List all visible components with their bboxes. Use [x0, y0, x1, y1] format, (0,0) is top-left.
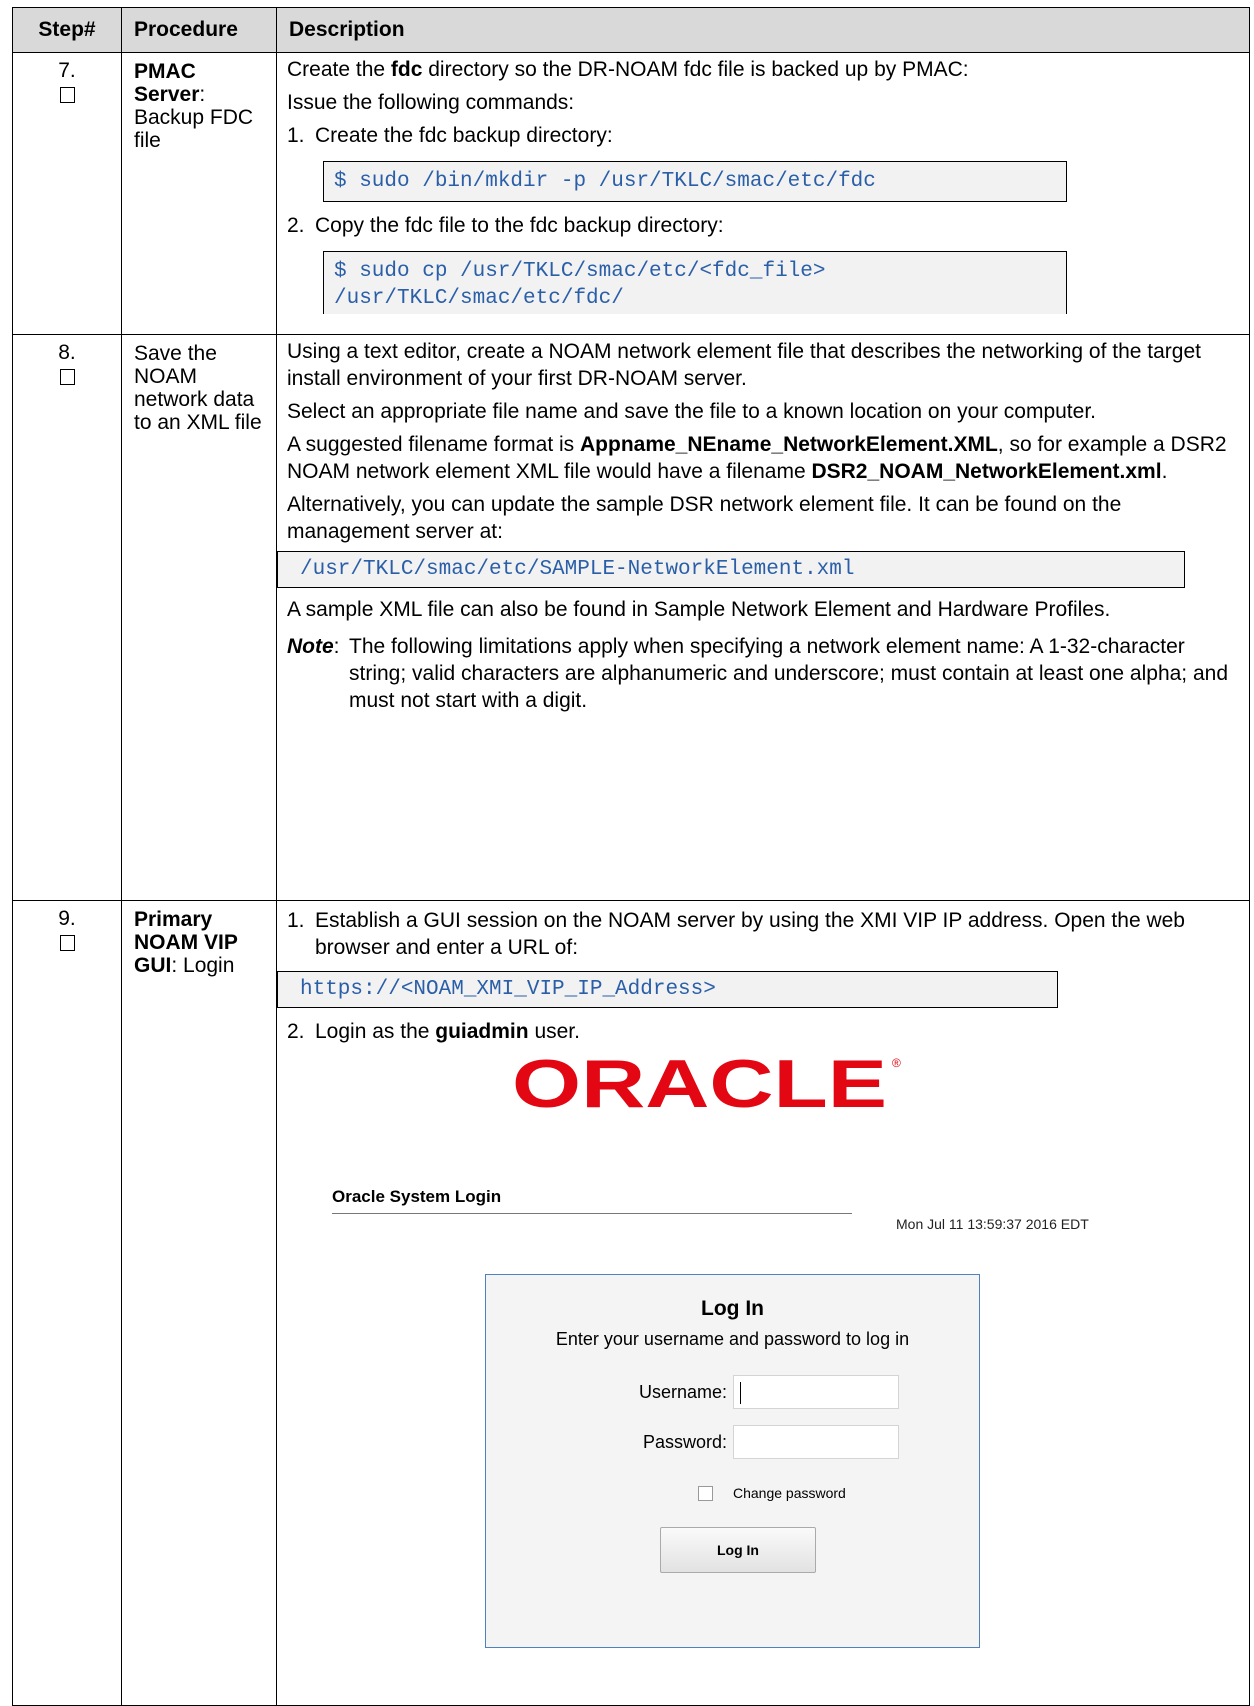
username-input[interactable]: [733, 1375, 899, 1409]
command-box: $ sudo /bin/mkdir -p /usr/TKLC/smac/etc/…: [323, 161, 1067, 202]
step-checkbox[interactable]: [59, 935, 75, 951]
step-number-cell: 9.: [12, 900, 122, 1706]
step-checkbox[interactable]: [59, 87, 75, 103]
paragraph: A suggested filename format is Appname_N…: [287, 431, 1239, 485]
step-number: 7.: [58, 59, 76, 82]
paragraph: Select an appropriate file name and save…: [287, 400, 1096, 423]
note-label: Note: [287, 635, 334, 658]
text-run: A suggested filename format is: [287, 433, 580, 456]
username-label: Username:: [638, 1381, 727, 1402]
note: Note: The following limitations apply wh…: [287, 633, 1239, 714]
step-number: 9.: [58, 907, 76, 930]
list-item: 2. Copy the fdc file to the fdc backup di…: [287, 212, 1239, 239]
procedure-cell: Primary NOAM VIP GUI: Login: [121, 900, 277, 1706]
paragraph: A sample XML file can also be found in S…: [287, 598, 1111, 621]
list-text: Login as the guiadmin user.: [315, 1018, 580, 1045]
command-box: $ sudo cp /usr/TKLC/smac/etc/<fdc_file> …: [323, 251, 1067, 314]
command-text: $ sudo /bin/mkdir -p /usr/TKLC/smac/etc/…: [334, 170, 876, 193]
note-colon: :: [333, 635, 340, 658]
procedure-text: Save the NOAM network data to an XML fil…: [134, 342, 262, 434]
paragraph: Alternatively, you can update the sample…: [287, 493, 1122, 543]
list-text: Create the fdc backup directory:: [315, 124, 613, 147]
bold-run: fdc: [390, 58, 423, 81]
step-checkbox[interactable]: [59, 369, 75, 385]
procedure-cell: Save the NOAM network data to an XML fil…: [121, 334, 277, 901]
login-button[interactable]: Log In: [660, 1527, 816, 1573]
bold-run: guiadmin: [435, 1020, 529, 1043]
list-item: 1. Establish a GUI session on the NOAM se…: [287, 907, 1239, 961]
text-run: .: [1161, 460, 1168, 483]
note-text: The following limitations apply when spe…: [349, 635, 1229, 712]
password-input[interactable]: [733, 1425, 899, 1459]
registered-mark: ®: [892, 1056, 901, 1070]
text-run: Create the: [287, 58, 391, 81]
procedure-cell: PMAC Server: Backup FDC file: [121, 52, 277, 335]
header-step: Step#: [12, 7, 122, 53]
url-text: https://<NOAM_XMI_VIP_IP_Address>: [300, 978, 716, 1001]
login-box-subtitle: Enter your username and password to log …: [555, 1329, 910, 1349]
paragraph: Using a text editor, create a NOAM netwo…: [287, 340, 1201, 390]
text-run: directory so the DR-NOAM fdc file is bac…: [422, 58, 969, 81]
login-box-title: Log In: [701, 1297, 764, 1320]
bold-run: Appname_NEname_NetworkElement.XML: [580, 433, 998, 456]
oracle-logo: ORACLE ®: [512, 1049, 901, 1119]
login-screenshot: ORACLE ® Oracle System Login Mon Jul 11 …: [287, 1045, 1239, 1695]
text-run: Login as the: [315, 1020, 436, 1043]
list-item: 1. Create the fdc backup directory:: [287, 122, 1239, 149]
list-text: Establish a GUI session on the NOAM serv…: [315, 909, 1185, 959]
step-row-7: 7. PMAC Server: Backup FDC file Create t…: [12, 52, 1250, 335]
change-password-label: Change password: [733, 1485, 846, 1501]
password-label: Password:: [642, 1431, 727, 1452]
text-cursor: [740, 1382, 741, 1404]
text-run: user.: [528, 1020, 580, 1043]
procedure-bold: PMAC Server: [134, 60, 200, 106]
header-procedure: Procedure: [121, 7, 277, 53]
description-cell: Using a text editor, create a NOAM netwo…: [276, 334, 1250, 901]
path-text: /usr/TKLC/smac/etc/SAMPLE-NetworkElement…: [300, 558, 855, 581]
list-item: 2. Login as the guiadmin user.: [287, 1018, 1239, 1045]
step7-intro: Create the fdc directory so the DR-NOAM …: [287, 56, 1239, 83]
step-row-9: 9. Primary NOAM VIP GUI: Login 1. Establi…: [12, 900, 1250, 1706]
path-box: /usr/TKLC/smac/etc/SAMPLE-NetworkElement…: [277, 551, 1185, 588]
step-number-cell: 8.: [12, 334, 122, 901]
list-number: 1.: [287, 909, 305, 932]
step-number: 8.: [58, 341, 76, 364]
password-row: Password:: [599, 1425, 899, 1459]
list-text: Copy the fdc file to the fdc backup dire…: [315, 214, 724, 237]
divider: [332, 1213, 852, 1214]
list-number: 1.: [287, 124, 305, 147]
system-login-title: Oracle System Login: [332, 1187, 502, 1206]
header-row: Step# Procedure Description: [12, 7, 1250, 53]
procedure-text: : Login: [171, 954, 235, 977]
procedure-table: Step# Procedure Description 7. PMAC Serv…: [12, 7, 1250, 1706]
username-row: Username:: [599, 1375, 899, 1409]
step7-issue: Issue the following commands:: [287, 91, 575, 114]
header-description: Description: [276, 7, 1250, 53]
step-number-cell: 7.: [12, 52, 122, 335]
list-number: 2.: [287, 214, 305, 237]
bold-run: DSR2_NOAM_NetworkElement.xml: [811, 460, 1162, 483]
note-label-wrap: Note:: [287, 633, 349, 714]
command-text: /usr/TKLC/smac/etc/fdc/: [334, 287, 624, 310]
description-cell: Create the fdc directory so the DR-NOAM …: [276, 52, 1250, 335]
change-password-checkbox[interactable]: [698, 1486, 713, 1501]
oracle-logo-text: ORACLE: [512, 1049, 887, 1119]
command-text: $ sudo cp /usr/TKLC/smac/etc/<fdc_file>: [334, 260, 826, 283]
step-row-8: 8. Save the NOAM network data to an XML …: [12, 334, 1250, 901]
timestamp: Mon Jul 11 13:59:37 2016 EDT: [896, 1216, 1089, 1232]
url-box: https://<NOAM_XMI_VIP_IP_Address>: [277, 971, 1058, 1008]
change-password-option[interactable]: Change password: [698, 1480, 846, 1507]
list-number: 2.: [287, 1020, 305, 1043]
login-box: Log In Enter your username and password …: [485, 1274, 980, 1648]
description-cell: 1. Establish a GUI session on the NOAM se…: [276, 900, 1250, 1706]
